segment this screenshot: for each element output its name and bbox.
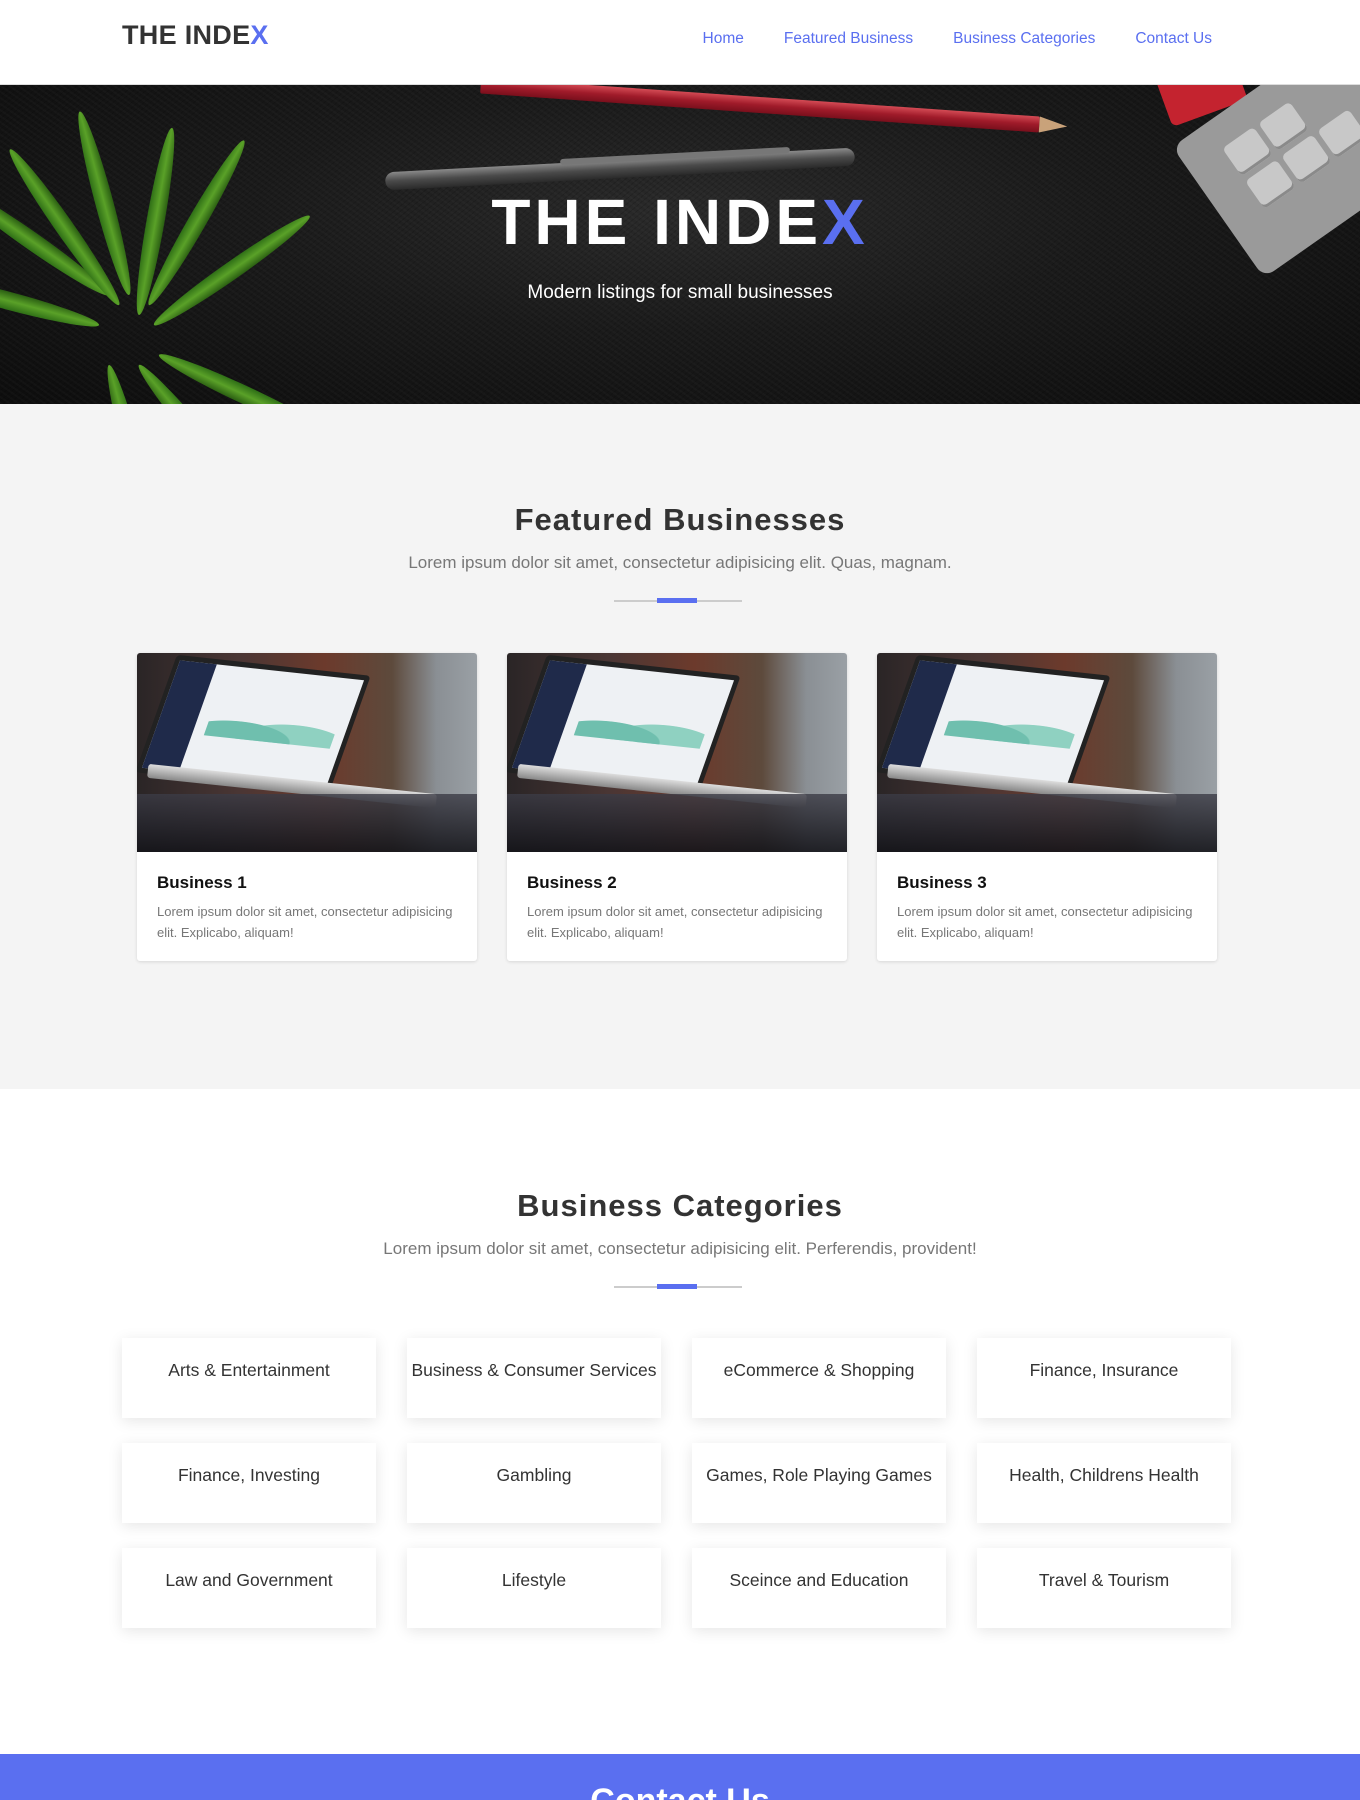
category-card[interactable]: Games, Role Playing Games: [692, 1443, 946, 1523]
category-card[interactable]: Travel & Tourism: [977, 1548, 1231, 1628]
business-card-text: Lorem ipsum dolor sit amet, consectetur …: [157, 904, 453, 940]
category-card[interactable]: Finance, Insurance: [977, 1338, 1231, 1418]
categories-divider: [614, 1284, 742, 1289]
business-card-image: [877, 653, 1217, 852]
category-card[interactable]: Law and Government: [122, 1548, 376, 1628]
categories-section: Business Categories Lorem ipsum dolor si…: [0, 1089, 1360, 1754]
business-card[interactable]: Business 1 Lorem ipsum dolor sit amet, c…: [137, 653, 477, 961]
hero-subtitle: Modern listings for small businesses: [527, 282, 833, 303]
main-nav: Home Featured Business Business Categori…: [663, 30, 1212, 48]
nav-link-contact-us[interactable]: Contact Us: [1135, 30, 1212, 48]
nav-link-home[interactable]: Home: [703, 30, 744, 48]
category-card[interactable]: Health, Childrens Health: [977, 1443, 1231, 1523]
category-card[interactable]: Business & Consumer Services: [407, 1338, 661, 1418]
categories-subtitle: Lorem ipsum dolor sit amet, consectetur …: [383, 1239, 977, 1258]
contact-section: Contact Us: [0, 1754, 1360, 1800]
contact-title: Contact Us: [0, 1782, 1360, 1800]
brand-logo[interactable]: THE INDEX: [122, 20, 269, 51]
hero-section: THE INDEX Modern listings for small busi…: [0, 85, 1360, 404]
category-card[interactable]: eCommerce & Shopping: [692, 1338, 946, 1418]
business-card[interactable]: Business 3 Lorem ipsum dolor sit amet, c…: [877, 653, 1217, 961]
business-card-text: Lorem ipsum dolor sit amet, consectetur …: [897, 904, 1193, 940]
categories-title: Business Categories: [517, 1188, 843, 1223]
category-card[interactable]: Arts & Entertainment: [122, 1338, 376, 1418]
brand-text: THE INDE: [122, 20, 251, 50]
business-card-image: [137, 653, 477, 852]
category-card[interactable]: Sceince and Education: [692, 1548, 946, 1628]
brand-accent: X: [250, 20, 269, 50]
business-card[interactable]: Business 2 Lorem ipsum dolor sit amet, c…: [507, 653, 847, 961]
category-card[interactable]: Gambling: [407, 1443, 661, 1523]
navbar: THE INDEX Home Featured Business Busines…: [0, 0, 1360, 85]
business-card-image: [507, 653, 847, 852]
business-card-title[interactable]: Business 2: [527, 873, 827, 893]
business-card-title[interactable]: Business 3: [897, 873, 1197, 893]
nav-link-featured-business[interactable]: Featured Business: [784, 30, 913, 48]
featured-divider: [614, 598, 742, 603]
category-card[interactable]: Lifestyle: [407, 1548, 661, 1628]
featured-title: Featured Businesses: [514, 502, 846, 537]
featured-section: Featured Businesses Lorem ipsum dolor si…: [0, 404, 1360, 1089]
business-card-title[interactable]: Business 1: [157, 873, 457, 893]
featured-subtitle: Lorem ipsum dolor sit amet, consectetur …: [408, 553, 952, 572]
category-card[interactable]: Finance, Investing: [122, 1443, 376, 1523]
hero-title: THE INDEX: [491, 186, 869, 258]
business-card-text: Lorem ipsum dolor sit amet, consectetur …: [527, 904, 823, 940]
nav-link-business-categories[interactable]: Business Categories: [953, 30, 1095, 48]
